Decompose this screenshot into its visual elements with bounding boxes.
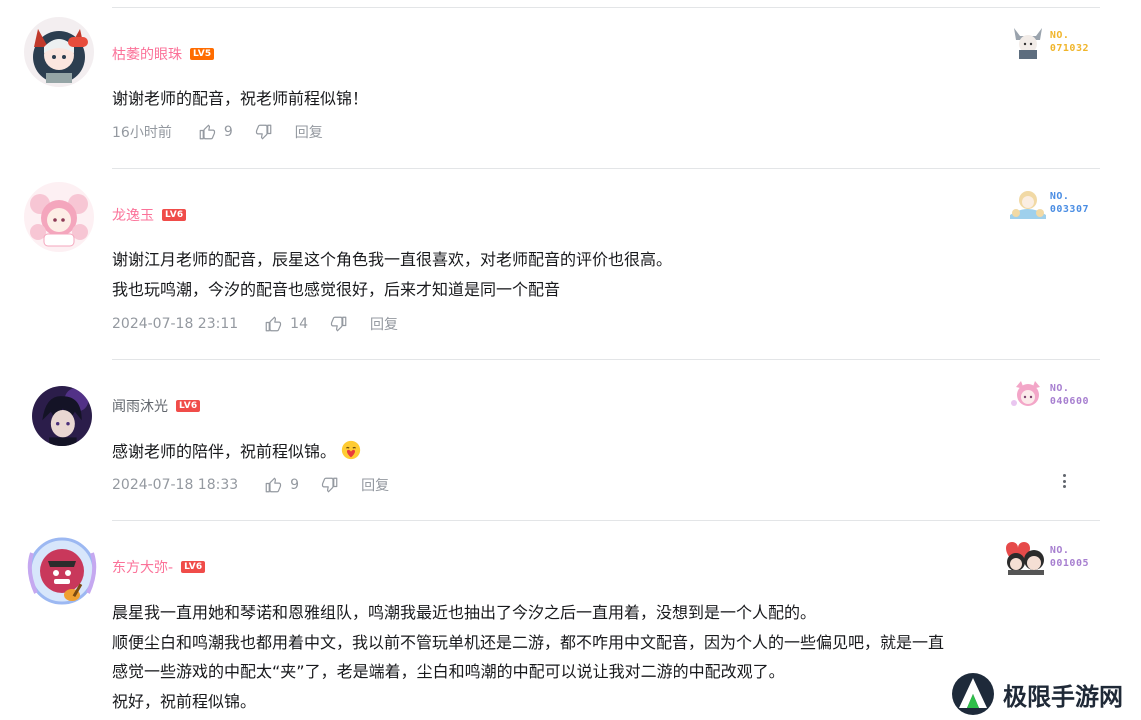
reply-button[interactable]: 回复 <box>295 122 323 142</box>
like-count: 9 <box>290 477 300 493</box>
thumbs-down-icon <box>330 316 347 332</box>
comment-meta: 16小时前 9 回复 <box>112 122 323 142</box>
thumbs-up-icon <box>265 316 282 332</box>
comment-header: 闻雨沐光 LV6 <box>112 396 201 416</box>
comment-text: 谢谢老师的配音，祝老师前程似锦！ <box>112 87 1102 111</box>
site-watermark: 极限手游网 <box>945 670 1129 718</box>
fan-no-label: NO. <box>1049 383 1070 394</box>
fan-medal-icon <box>1010 381 1040 406</box>
fan-no-number: 003307 <box>1049 204 1089 215</box>
level-badge: LV6 <box>176 400 201 412</box>
like-count: 9 <box>223 124 233 140</box>
fan-no-label: NO. <box>1049 191 1070 202</box>
fan-medal[interactable]: NO. 001005 <box>1002 538 1089 576</box>
more-dot <box>1062 474 1066 477</box>
comment-line-text: 感谢老师的陪伴，祝前程似锦。 <box>112 442 337 461</box>
level-badge: LV5 <box>190 48 215 60</box>
fan-no-label: NO. <box>1049 545 1070 556</box>
comment-time: 16小时前 <box>112 125 172 141</box>
reply-button[interactable]: 回复 <box>370 314 398 334</box>
dislike-button[interactable] <box>255 123 273 141</box>
comment-time: 2024-07-18 18:33 <box>112 477 239 493</box>
site-watermark-text: 极限手游网 <box>1003 681 1123 711</box>
comment-header: 东方大弥- LV6 <box>112 557 206 577</box>
more-dot <box>1062 479 1066 483</box>
level-badge: LV6 <box>181 561 206 573</box>
reply-button[interactable]: 回复 <box>361 475 389 495</box>
fan-no-number: 001005 <box>1049 558 1089 569</box>
username-link[interactable]: 东方大弥- <box>112 557 173 577</box>
level-badge: LV6 <box>162 209 187 221</box>
fan-no-number: 071032 <box>1049 43 1089 54</box>
dislike-button[interactable] <box>321 476 339 494</box>
comment-header: 枯萎的眼珠 LV5 <box>112 44 215 64</box>
like-button[interactable]: 9 <box>264 476 299 494</box>
thumbs-down-icon <box>255 124 272 140</box>
fan-no-label: NO. <box>1049 30 1070 41</box>
dislike-button[interactable] <box>330 315 348 333</box>
comment-line: 感谢老师的陪伴，祝前程似锦。 <box>112 439 1102 464</box>
fox-girl-avatar-icon[interactable] <box>24 17 94 87</box>
comment-meta: 2024-07-18 23:11 14 回复 <box>112 314 398 334</box>
more-dot <box>1062 485 1066 488</box>
comment-text: 谢谢江月老师的配音，辰星这个角色我一直很喜欢，对老师配音的评价也很高。 我也玩鸣… <box>112 248 1102 302</box>
thumbs-up-icon <box>199 124 215 140</box>
comment-text: 感谢老师的陪伴，祝前程似锦。 <box>112 439 1102 464</box>
fan-medal[interactable]: NO. 003307 <box>1006 185 1089 221</box>
divider <box>112 359 1100 360</box>
divider <box>112 168 1100 169</box>
thumbs-up-icon <box>265 477 282 493</box>
dark-anime-boy-avatar-icon[interactable] <box>32 386 92 446</box>
username-link[interactable]: 龙逸玉 <box>112 205 154 225</box>
fan-medal[interactable]: NO. 071032 <box>1006 24 1089 60</box>
fan-medal-icon <box>1009 191 1046 219</box>
fan-medal-icon <box>1005 542 1044 575</box>
fan-medal-icon <box>1013 28 1042 59</box>
like-button[interactable]: 14 <box>264 315 308 333</box>
heart-kiss-emoji-icon <box>341 440 361 460</box>
comment-line: 晨星我一直用她和琴诺和恩雅组队，鸣潮我最近也抽出了今汐之后一直用着，没想到是一个… <box>112 603 817 622</box>
thumbs-down-icon <box>321 477 338 493</box>
comment-header: 龙逸玉 LV6 <box>112 205 187 225</box>
username-link[interactable]: 闻雨沐光 <box>112 396 168 416</box>
more-options-icon[interactable] <box>1057 471 1071 491</box>
divider <box>112 520 1100 521</box>
divider <box>112 7 1100 8</box>
comment-line: 谢谢江月老师的配音，辰星这个角色我一直很喜欢，对老师配音的评价也很高。 <box>112 250 673 269</box>
comment-line: 顺便尘白和鸣潮我也都用着中文，我以前不管玩单机还是二游，都不咋用中文配音，因为个… <box>112 632 945 652</box>
site-logo-icon <box>952 673 994 715</box>
like-count: 14 <box>290 316 308 332</box>
comment-line: 谢谢老师的配音，祝老师前程似锦！ <box>112 89 369 108</box>
username-link[interactable]: 枯萎的眼珠 <box>112 44 182 64</box>
guitar-character-avatar-icon[interactable] <box>24 533 100 613</box>
fan-no-number: 040600 <box>1049 396 1089 407</box>
comment-time: 2024-07-18 23:11 <box>112 316 239 332</box>
comment-meta: 2024-07-18 18:33 9 回复 <box>112 475 389 495</box>
like-button[interactable]: 9 <box>198 123 233 141</box>
fan-medal[interactable]: NO. 040600 <box>1006 377 1089 413</box>
pink-chibi-avatar-icon[interactable] <box>24 182 94 252</box>
comment-line: 我也玩鸣潮，今汐的配音也感觉很好，后来才知道是同一个配音 <box>112 280 561 299</box>
